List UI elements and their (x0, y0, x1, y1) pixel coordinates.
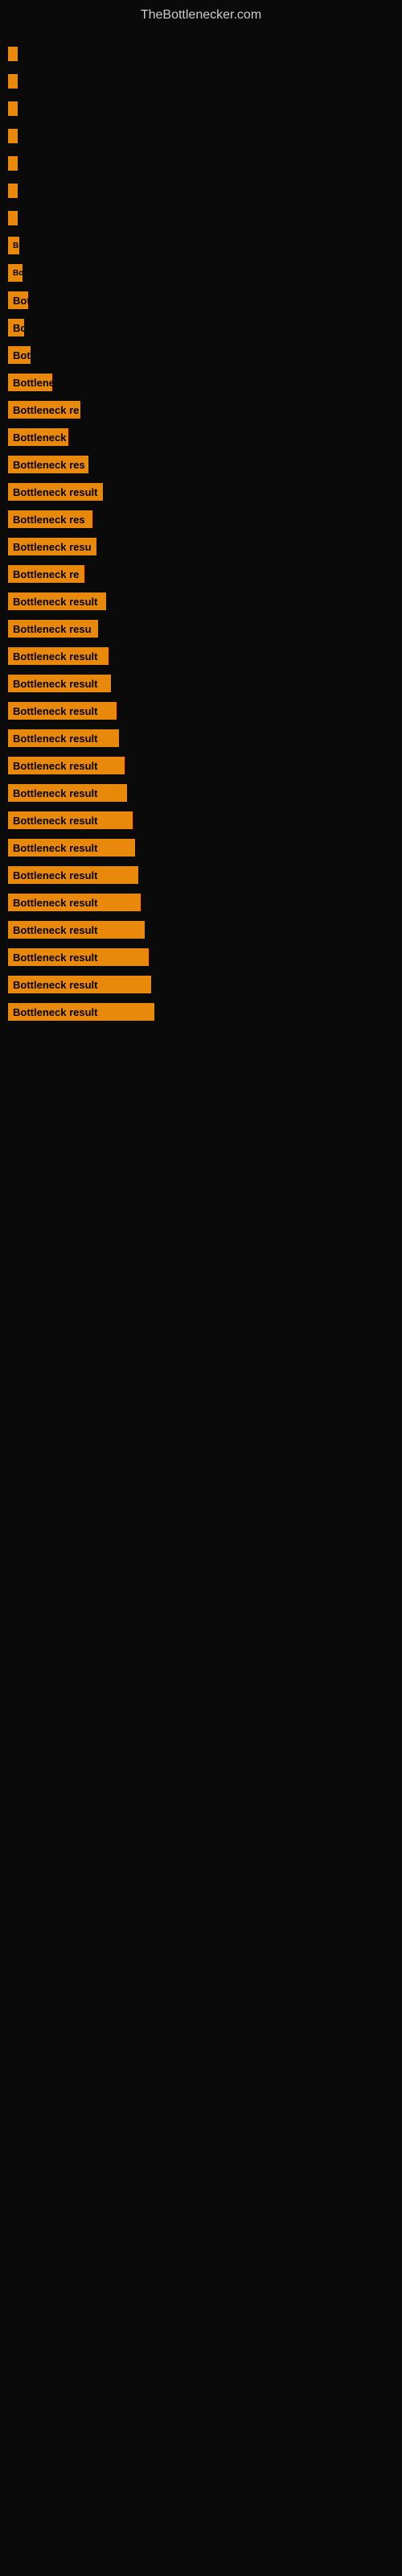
bar-row: Bottleneck resu (8, 617, 394, 640)
bar-row (8, 43, 394, 65)
bar-row (8, 180, 394, 202)
bar-row (8, 152, 394, 175)
bar-row: Bottleneck result (8, 672, 394, 695)
bar-row (8, 207, 394, 229)
bar-row: B (8, 234, 394, 257)
bar-label: Bottleneck re (8, 565, 84, 583)
bar-label: Bottleneck result (8, 839, 135, 857)
bar-row: Bottleneck result (8, 1001, 394, 1023)
bar-label: Bottlene (8, 374, 52, 391)
bar-label: Bottleneck re (8, 401, 80, 419)
bar-label: Bottleneck result (8, 894, 141, 911)
bar-row: Bottleneck result (8, 700, 394, 722)
bar-row: Bottleneck res (8, 508, 394, 530)
bar-label: Bottleneck result (8, 921, 145, 939)
bar-label: Bo (8, 264, 23, 282)
bar-row: Bottleneck result (8, 836, 394, 859)
bar-row: Bott (8, 289, 394, 312)
bar-row: Bott (8, 344, 394, 366)
bar-row: Bottleneck result (8, 809, 394, 832)
bar-row: Bottleneck result (8, 864, 394, 886)
bar-row: Bottleneck result (8, 973, 394, 996)
bar-row: Bottleneck result (8, 946, 394, 968)
bar-label: Bottleneck result (8, 757, 125, 774)
bar-label: Bottleneck resu (8, 538, 96, 555)
bar-label: Bottleneck result (8, 811, 133, 829)
bar-label (8, 184, 18, 198)
bar-label: B (8, 237, 19, 254)
bar-label: Bottleneck result (8, 592, 106, 610)
bar-label: Bottleneck res (8, 510, 92, 528)
bar-row: Bo (8, 316, 394, 339)
bar-row: Bottleneck res (8, 453, 394, 476)
site-title: TheBottlenecker.com (0, 0, 402, 27)
bar-label: Bottleneck result (8, 483, 103, 501)
bar-label: Bott (8, 346, 31, 364)
bar-label: Bottleneck result (8, 784, 127, 802)
bar-row (8, 97, 394, 120)
bar-row: Bo (8, 262, 394, 284)
bar-label: Bottleneck result (8, 976, 151, 993)
bar-label: Bottleneck res (8, 456, 88, 473)
bar-row: Bottleneck (8, 426, 394, 448)
bar-label: Bottleneck result (8, 675, 111, 692)
bar-label: Bottleneck result (8, 866, 138, 884)
bar-label (8, 74, 18, 89)
bar-label: Bottleneck resu (8, 620, 98, 638)
bar-row: Bottleneck result (8, 481, 394, 503)
bar-label: Bottleneck result (8, 948, 149, 966)
bar-label: Bottleneck result (8, 647, 109, 665)
bar-row (8, 70, 394, 93)
bar-row: Bottleneck result (8, 782, 394, 804)
bar-row: Bottleneck result (8, 754, 394, 777)
bar-row: Bottleneck result (8, 590, 394, 613)
bar-row: Bottleneck re (8, 398, 394, 421)
bar-label (8, 101, 18, 116)
bar-label: Bo (8, 319, 24, 336)
bar-label: Bottleneck result (8, 729, 119, 747)
bar-row: Bottlene (8, 371, 394, 394)
bar-row: Bottleneck re (8, 563, 394, 585)
bar-row: Bottleneck result (8, 727, 394, 749)
bar-label: Bottleneck result (8, 1003, 154, 1021)
bar-label (8, 47, 18, 61)
bar-row: Bottleneck resu (8, 535, 394, 558)
bar-label (8, 129, 18, 143)
bars-container: B Bo Bott Bo Bott Bottlene Bottleneck re Bottle… (0, 27, 402, 1028)
bar-row: Bottleneck result (8, 645, 394, 667)
bar-label (8, 156, 18, 171)
bar-label: Bott (8, 291, 28, 309)
bar-label: Bottleneck (8, 428, 68, 446)
bar-label (8, 211, 18, 225)
bar-label: Bottleneck result (8, 702, 117, 720)
bar-row: Bottleneck result (8, 891, 394, 914)
bar-row: Bottleneck result (8, 919, 394, 941)
site-title-container: TheBottlenecker.com (0, 0, 402, 27)
bar-row (8, 125, 394, 147)
